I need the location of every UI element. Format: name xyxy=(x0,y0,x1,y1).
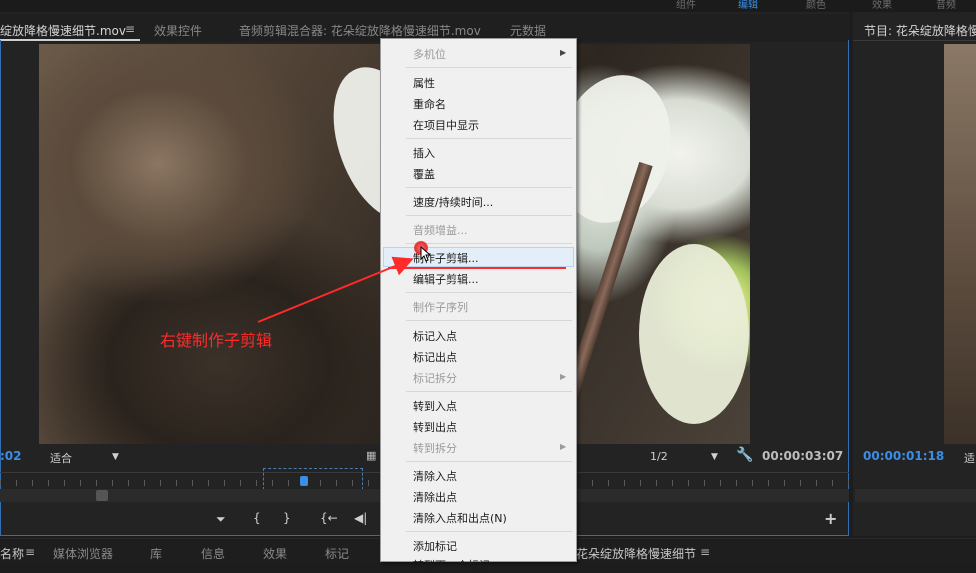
annotation-arrows xyxy=(257,256,566,323)
annotation-label: 右键制作子剪辑 xyxy=(160,331,273,350)
annotation-arrow xyxy=(257,256,414,323)
